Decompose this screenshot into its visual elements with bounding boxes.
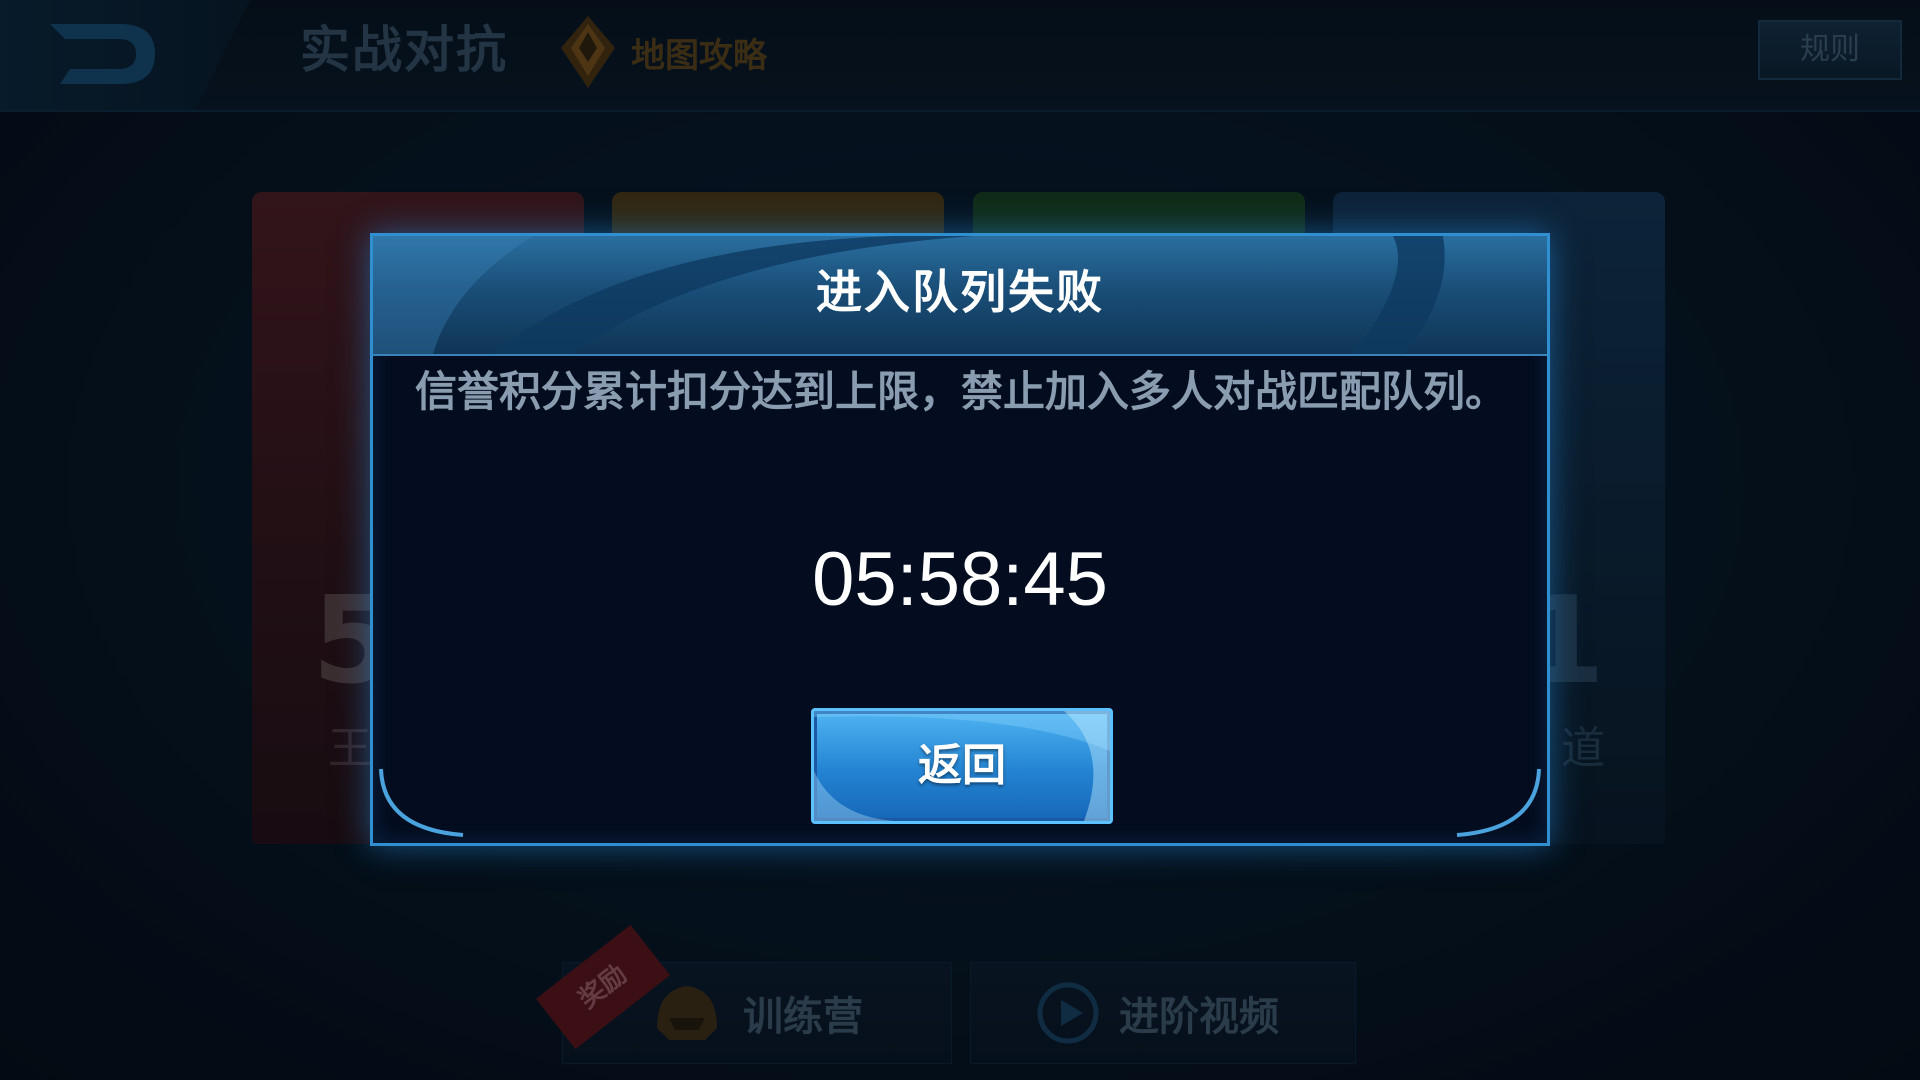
- return-button[interactable]: 返回: [811, 708, 1113, 824]
- dialog-header: 进入队列失败: [373, 236, 1547, 356]
- corner-ornament-icon: [379, 768, 464, 837]
- corner-ornament-icon: [1456, 768, 1541, 837]
- countdown-timer: 05:58:45: [812, 537, 1108, 622]
- dialog-title: 进入队列失败: [816, 265, 1104, 319]
- queue-failed-dialog: 进入队列失败 信誉积分累计扣分达到上限，禁止加入多人对战匹配队列。 05:58:…: [370, 233, 1550, 846]
- game-screen: 实战对抗 地图攻略 规则 5 王 1 道 奖励 训练营 进阶视频 进入队列失败 …: [0, 0, 1920, 1080]
- return-button-label: 返回: [918, 740, 1006, 791]
- dialog-message: 信誉积分累计扣分达到上限，禁止加入多人对战匹配队列。: [414, 367, 1507, 416]
